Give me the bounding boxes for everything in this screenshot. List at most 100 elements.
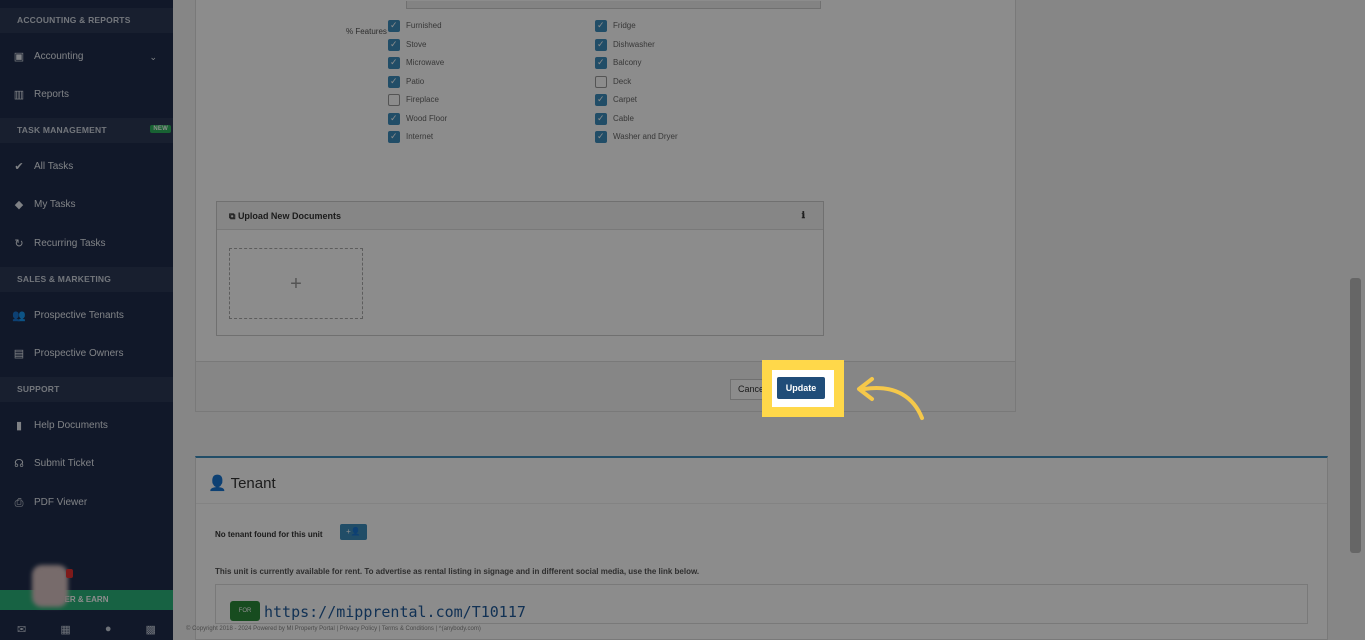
checkbox-checked-icon[interactable] bbox=[388, 130, 400, 143]
sidebar-item-label: Accounting bbox=[34, 51, 84, 62]
upload-dropzone[interactable]: + bbox=[229, 248, 363, 319]
sidebar-item-label: Submit Ticket bbox=[34, 458, 95, 469]
feature-checkbox[interactable]: Carpet bbox=[595, 93, 638, 106]
calculator-icon[interactable]: ▩ bbox=[146, 623, 156, 636]
sidebar-item-label: Prospective Owners bbox=[34, 348, 124, 359]
checkbox-checked-icon[interactable] bbox=[595, 93, 607, 106]
feature-checkbox[interactable]: Balcony bbox=[595, 56, 641, 69]
feature-label: Cable bbox=[613, 113, 634, 123]
sidebar-item-label: PDF Viewer bbox=[34, 497, 88, 508]
refer-earn-button[interactable]: ER & EARN bbox=[0, 590, 173, 610]
sidebar-item-all-tasks[interactable]: ✔ All Tasks bbox=[0, 152, 173, 182]
sidebar: ACCOUNTING & REPORTS ▣ Accounting ⌄ ▥ Re… bbox=[0, 0, 173, 640]
sidebar-item-label: Recurring Tasks bbox=[34, 238, 106, 249]
feature-label: Dishwasher bbox=[613, 39, 655, 49]
checkbox-checked-icon[interactable] bbox=[595, 56, 607, 69]
feature-checkbox[interactable]: Furnished bbox=[388, 19, 442, 32]
mail-icon[interactable]: ✉ bbox=[17, 623, 26, 636]
update-highlight: Update bbox=[762, 360, 844, 417]
bar-chart-icon: ▥ bbox=[13, 89, 25, 101]
book-icon: ▮ bbox=[15, 420, 23, 432]
pdf-file-icon: ⎙ bbox=[14, 497, 24, 509]
feature-label: Deck bbox=[613, 76, 632, 86]
id-card-icon: ▤ bbox=[13, 348, 25, 360]
checkbox-checked-icon[interactable] bbox=[388, 75, 400, 88]
tenant-header: 👤 Tenant bbox=[196, 458, 1327, 504]
no-tenant-text: No tenant found for this unit bbox=[215, 530, 323, 539]
tenant-panel: 👤 Tenant No tenant found for this unit +… bbox=[195, 456, 1328, 640]
feature-checkbox[interactable]: Dishwasher bbox=[595, 38, 655, 51]
user-icon: 👤 bbox=[208, 475, 231, 492]
notification-dot bbox=[66, 569, 73, 578]
add-tenant-button[interactable]: +👤 bbox=[340, 524, 367, 540]
sidebar-item-label: Help Documents bbox=[34, 420, 108, 431]
sidebar-item-prospective-tenants[interactable]: 👥 Prospective Tenants bbox=[0, 301, 173, 331]
feature-checkbox[interactable]: Washer and Dryer bbox=[595, 130, 678, 143]
checkbox-checked-icon[interactable] bbox=[388, 38, 400, 51]
checkbox-checked-icon[interactable] bbox=[595, 112, 607, 125]
rent-amount-field[interactable] bbox=[406, 1, 821, 9]
checkbox-checked-icon[interactable] bbox=[388, 112, 400, 125]
sidebar-item-label: All Tasks bbox=[34, 161, 74, 172]
unit-form-panel: % Features Furnished Stove Microwave Patio F… bbox=[195, 0, 1016, 412]
feature-label: Fireplace bbox=[406, 95, 439, 104]
main-content: % Features Furnished Stove Microwave Patio F… bbox=[173, 0, 1365, 640]
section-task-management: TASK MANAGEMENT NEW bbox=[0, 118, 173, 143]
section-accounting-reports: ACCOUNTING & REPORTS bbox=[0, 8, 173, 33]
checkbox-checked-icon[interactable] bbox=[595, 38, 607, 51]
scrollbar[interactable] bbox=[1350, 278, 1361, 553]
users-icon: 👥 bbox=[12, 310, 26, 322]
sidebar-item-prospective-owners[interactable]: ▤ Prospective Owners bbox=[0, 339, 173, 369]
sidebar-item-label: My Tasks bbox=[34, 199, 76, 210]
sidebar-item-pdf-viewer[interactable]: ⎙ PDF Viewer bbox=[0, 488, 173, 518]
checkbox-checked-icon[interactable] bbox=[388, 19, 400, 32]
add-user-icon: +👤 bbox=[346, 527, 361, 536]
feature-checkbox[interactable]: Deck bbox=[595, 75, 632, 88]
info-icon[interactable]: ℹ bbox=[802, 210, 805, 221]
section-sales-marketing: SALES & MARKETING bbox=[0, 267, 173, 292]
availability-text: This unit is currently available for ren… bbox=[215, 567, 700, 576]
sidebar-item-accounting[interactable]: ▣ Accounting ⌄ bbox=[0, 42, 173, 72]
briefcase-icon[interactable]: ▦ bbox=[60, 623, 70, 636]
checkbox-unchecked-icon[interactable] bbox=[388, 94, 400, 106]
sidebar-item-recurring-tasks[interactable]: ↻ Recurring Tasks bbox=[0, 229, 173, 259]
arrow-pointer-icon bbox=[857, 377, 924, 420]
bottom-toolbar: ✉ ▦ ● ▩ bbox=[0, 618, 173, 640]
sidebar-item-help-documents[interactable]: ▮ Help Documents bbox=[0, 411, 173, 441]
feature-label: Fridge bbox=[613, 21, 636, 30]
feature-checkbox[interactable]: Microwave bbox=[388, 56, 445, 69]
sidebar-item-label: Reports bbox=[34, 89, 70, 100]
feature-checkbox[interactable]: Fridge bbox=[595, 19, 636, 32]
user-icon[interactable]: ● bbox=[105, 623, 112, 635]
checkbox-checked-icon[interactable] bbox=[388, 56, 400, 69]
update-button[interactable]: Update bbox=[777, 377, 825, 399]
sidebar-item-reports[interactable]: ▥ Reports bbox=[0, 80, 173, 110]
checkbox-unchecked-icon[interactable] bbox=[595, 75, 607, 88]
update-button-frame: Update bbox=[772, 370, 834, 407]
feature-label: Internet bbox=[406, 132, 434, 141]
chevron-down-icon: ⌄ bbox=[149, 52, 157, 62]
feature-checkbox[interactable]: Patio bbox=[388, 75, 424, 88]
checkbox-checked-icon[interactable] bbox=[595, 130, 607, 143]
avatar[interactable] bbox=[32, 565, 68, 607]
upload-header: ⧉ Upload New Documents ℹ bbox=[217, 202, 823, 230]
copy-icon: ⧉ bbox=[229, 211, 238, 221]
feature-label: Carpet bbox=[613, 95, 638, 104]
feature-checkbox[interactable]: Internet bbox=[388, 130, 434, 143]
checkbox-checked-icon[interactable] bbox=[595, 19, 607, 32]
feature-label: Furnished bbox=[406, 21, 442, 30]
rental-link-box: FOR https://mipprental.com/T10117 bbox=[215, 584, 1308, 624]
feature-checkbox[interactable]: Cable bbox=[595, 112, 634, 125]
sidebar-item-submit-ticket[interactable]: ☊ Submit Ticket bbox=[0, 449, 173, 479]
section-label: TASK MANAGEMENT bbox=[17, 125, 107, 135]
feature-checkbox[interactable]: Fireplace bbox=[388, 94, 439, 106]
feature-label: Washer and Dryer bbox=[613, 132, 678, 141]
sidebar-item-my-tasks[interactable]: ◆ My Tasks bbox=[0, 190, 173, 220]
check-icon: ✔ bbox=[14, 161, 24, 173]
for-rent-sign-icon: FOR bbox=[230, 601, 260, 621]
rental-link[interactable]: https://mipprental.com/T10117 bbox=[264, 603, 526, 621]
feature-label: Microwave bbox=[406, 58, 445, 67]
copyright-text: © Copyright 2018 - 2024 Powered by MI Pr… bbox=[186, 626, 481, 632]
feature-checkbox[interactable]: Wood Floor bbox=[388, 112, 447, 125]
feature-checkbox[interactable]: Stove bbox=[388, 38, 426, 51]
